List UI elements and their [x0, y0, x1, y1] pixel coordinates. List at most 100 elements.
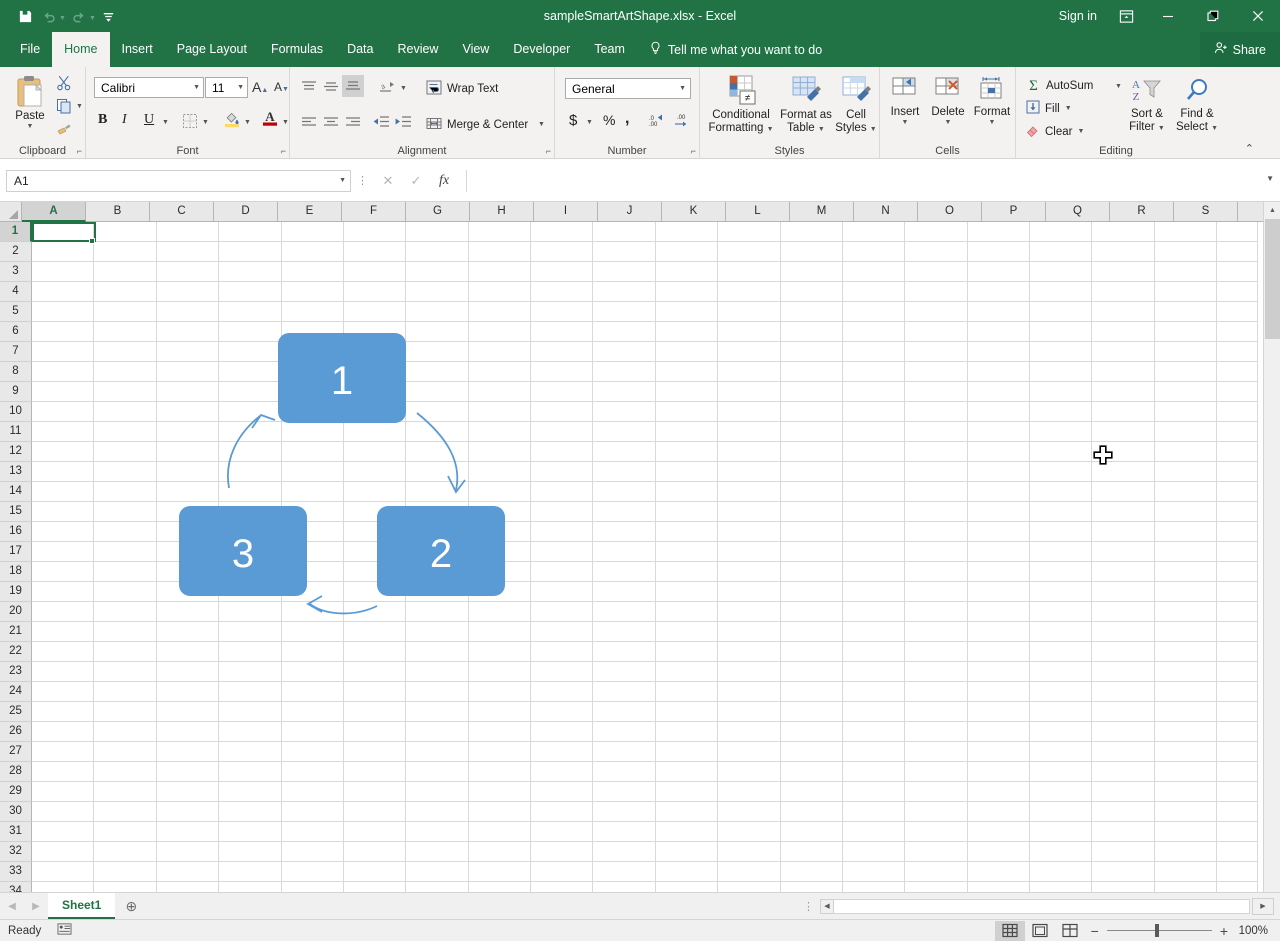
- cell-R1[interactable]: [1092, 222, 1154, 242]
- row-header-15[interactable]: 15: [0, 502, 32, 522]
- cell-R24[interactable]: [1092, 682, 1154, 702]
- cell-M34[interactable]: [781, 882, 843, 892]
- cell-R19[interactable]: [1092, 582, 1154, 602]
- cell-H9[interactable]: [469, 382, 531, 402]
- cell-H27[interactable]: [469, 742, 531, 762]
- cell-P5[interactable]: [968, 302, 1030, 322]
- cell-K33[interactable]: [656, 862, 718, 882]
- increase-font-size-button[interactable]: A▲: [252, 79, 268, 95]
- cell-B29[interactable]: [94, 782, 156, 802]
- cell-I5[interactable]: [531, 302, 593, 322]
- cell-L12[interactable]: [718, 442, 780, 462]
- cell-D12[interactable]: [219, 442, 281, 462]
- cell-M7[interactable]: [781, 342, 843, 362]
- delete-cells-button[interactable]: Delete ▼: [926, 77, 970, 126]
- cell-R16[interactable]: [1092, 522, 1154, 542]
- cell-F8[interactable]: [344, 362, 406, 382]
- cell-D3[interactable]: [219, 262, 281, 282]
- cell-G26[interactable]: [406, 722, 468, 742]
- cell-N13[interactable]: [843, 462, 905, 482]
- collapse-ribbon-icon[interactable]: ⌃: [1245, 142, 1254, 155]
- cell-O30[interactable]: [905, 802, 967, 822]
- cell-B5[interactable]: [94, 302, 156, 322]
- cell-H8[interactable]: [469, 362, 531, 382]
- cell-O4[interactable]: [905, 282, 967, 302]
- cell-B2[interactable]: [94, 242, 156, 262]
- cell-K18[interactable]: [656, 562, 718, 582]
- row-header-4[interactable]: 4: [0, 282, 32, 302]
- cell-F32[interactable]: [344, 842, 406, 862]
- cell-H33[interactable]: [469, 862, 531, 882]
- cell-F7[interactable]: [344, 342, 406, 362]
- cell-D2[interactable]: [219, 242, 281, 262]
- cell-A5[interactable]: [32, 302, 94, 322]
- row-header-30[interactable]: 30: [0, 802, 32, 822]
- cell-P12[interactable]: [968, 442, 1030, 462]
- cell-S8[interactable]: [1155, 362, 1217, 382]
- delete-cells-caret-icon[interactable]: ▼: [926, 119, 970, 126]
- cell-L29[interactable]: [718, 782, 780, 802]
- fill-color-button[interactable]: [224, 111, 240, 131]
- cell-S34[interactable]: [1155, 882, 1217, 892]
- cell-K11[interactable]: [656, 422, 718, 442]
- cell-N24[interactable]: [843, 682, 905, 702]
- cell-N25[interactable]: [843, 702, 905, 722]
- cell-M3[interactable]: [781, 262, 843, 282]
- cell-D14[interactable]: [219, 482, 281, 502]
- cell-J34[interactable]: [593, 882, 655, 892]
- align-right-button[interactable]: [344, 115, 362, 132]
- cell-J9[interactable]: [593, 382, 655, 402]
- page-break-preview-icon[interactable]: [1055, 921, 1085, 941]
- cell-J3[interactable]: [593, 262, 655, 282]
- cell-G19[interactable]: [406, 582, 468, 602]
- cell-M22[interactable]: [781, 642, 843, 662]
- cell-E6[interactable]: [282, 322, 344, 342]
- wrap-text-button[interactable]: Wrap Text: [426, 80, 498, 98]
- cell-M21[interactable]: [781, 622, 843, 642]
- cell-H18[interactable]: [469, 562, 531, 582]
- cell-I15[interactable]: [531, 502, 593, 522]
- align-left-button[interactable]: [300, 115, 318, 132]
- cell-E31[interactable]: [282, 822, 344, 842]
- cell-N3[interactable]: [843, 262, 905, 282]
- cell-P32[interactable]: [968, 842, 1030, 862]
- cell-L24[interactable]: [718, 682, 780, 702]
- cell-C15[interactable]: [157, 502, 219, 522]
- cell-K32[interactable]: [656, 842, 718, 862]
- clear-button[interactable]: Clear ▼: [1026, 123, 1084, 140]
- cell-G10[interactable]: [406, 402, 468, 422]
- cell-R29[interactable]: [1092, 782, 1154, 802]
- tab-home[interactable]: Home: [52, 32, 109, 67]
- cell-A15[interactable]: [32, 502, 94, 522]
- cell-P10[interactable]: [968, 402, 1030, 422]
- cell-H26[interactable]: [469, 722, 531, 742]
- cell-S2[interactable]: [1155, 242, 1217, 262]
- cell-S30[interactable]: [1155, 802, 1217, 822]
- cell-Q20[interactable]: [1030, 602, 1092, 622]
- cell-N17[interactable]: [843, 542, 905, 562]
- insert-cells-caret-icon[interactable]: ▼: [884, 119, 926, 126]
- cell-C34[interactable]: [157, 882, 219, 892]
- cell-M9[interactable]: [781, 382, 843, 402]
- format-cells-caret-icon[interactable]: ▼: [970, 119, 1014, 126]
- undo-icon[interactable]: [38, 4, 60, 28]
- cell-X8[interactable]: [1217, 362, 1258, 382]
- cell-S14[interactable]: [1155, 482, 1217, 502]
- decrease-font-size-button[interactable]: A▼: [274, 80, 289, 94]
- cell-B27[interactable]: [94, 742, 156, 762]
- cell-X18[interactable]: [1217, 562, 1258, 582]
- cell-B7[interactable]: [94, 342, 156, 362]
- cell-L25[interactable]: [718, 702, 780, 722]
- cell-N14[interactable]: [843, 482, 905, 502]
- close-icon[interactable]: [1235, 0, 1280, 32]
- cell-N2[interactable]: [843, 242, 905, 262]
- cell-G8[interactable]: [406, 362, 468, 382]
- cell-C31[interactable]: [157, 822, 219, 842]
- cell-C24[interactable]: [157, 682, 219, 702]
- cell-C1[interactable]: [157, 222, 219, 242]
- cell-C29[interactable]: [157, 782, 219, 802]
- scroll-up-icon[interactable]: ▲: [1264, 202, 1280, 219]
- cell-K4[interactable]: [656, 282, 718, 302]
- cell-J30[interactable]: [593, 802, 655, 822]
- tab-developer[interactable]: Developer: [501, 32, 582, 67]
